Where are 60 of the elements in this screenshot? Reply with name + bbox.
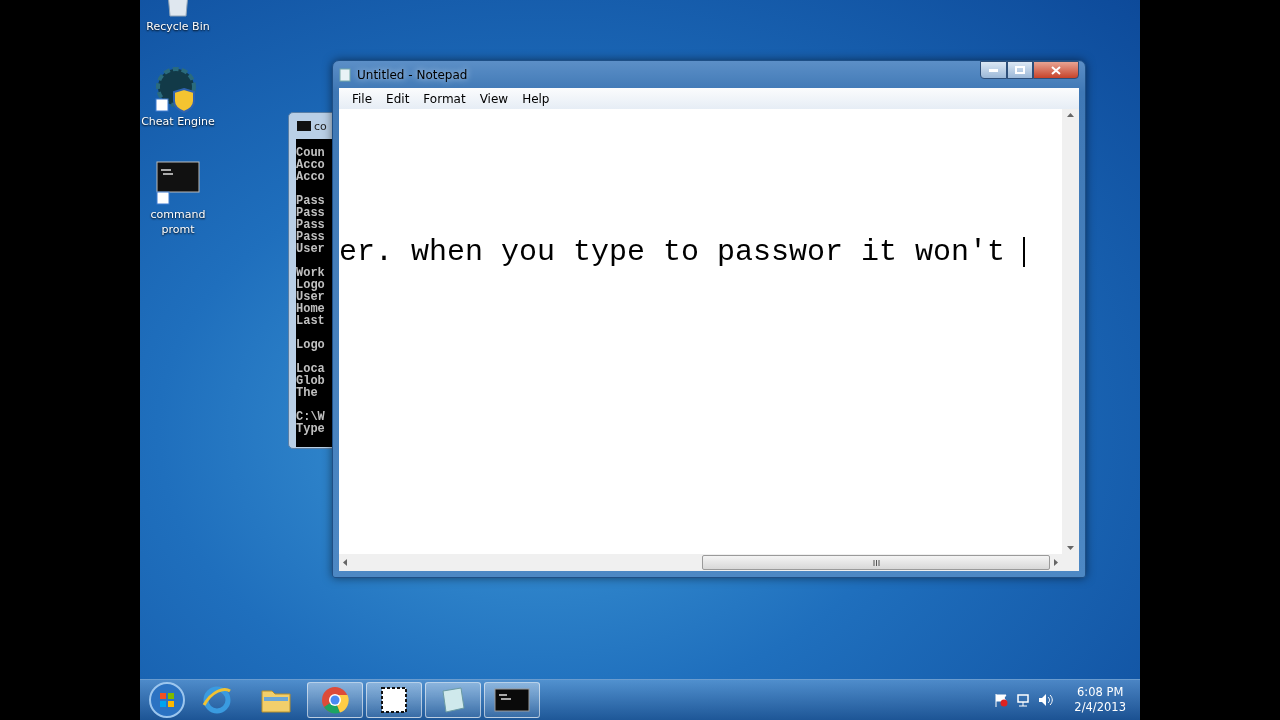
desktop-icon-label[interactable]: Cheat Engine: [141, 114, 215, 130]
minimize-button[interactable]: [980, 61, 1007, 79]
console-line: Logo: [296, 279, 326, 291]
console-line: Logo: [296, 339, 326, 351]
minimize-icon: [989, 68, 998, 72]
text-caret: [1023, 237, 1026, 267]
horizontal-scrollbar[interactable]: [339, 554, 1062, 571]
console-line: The: [296, 387, 319, 399]
console-icon: [297, 121, 311, 131]
console-line: C:\W: [296, 411, 326, 423]
clock[interactable]: 6:08 PM 2/4/2013: [1074, 685, 1126, 715]
console-line: Last: [296, 315, 326, 327]
typed-text: er. when you type to passwor it won't: [339, 234, 1006, 270]
clock-date: 2/4/2013: [1074, 700, 1126, 715]
window-title: Untitled - Notepad: [357, 67, 468, 82]
console-line: Acco: [296, 171, 326, 183]
console-icon: [155, 159, 201, 206]
window-title: co: [314, 119, 327, 133]
chrome-icon: [320, 685, 350, 715]
close-button[interactable]: [1033, 61, 1079, 79]
menu-item[interactable]: Format: [416, 91, 473, 106]
start-button[interactable]: [148, 681, 186, 719]
snipping-icon: [379, 685, 409, 715]
console-line: Loca: [296, 363, 326, 375]
console-line: User: [296, 243, 326, 255]
console-line: Acco: [296, 159, 326, 171]
console-line: Work: [296, 267, 326, 279]
close-icon: [1051, 65, 1061, 75]
notepad-icon: [339, 67, 351, 82]
console-line: Pass: [296, 207, 326, 219]
console-icon: [494, 688, 530, 712]
scroll-down-icon[interactable]: [1067, 546, 1074, 550]
menu-item[interactable]: Edit: [379, 91, 417, 106]
console-line: Home: [296, 303, 326, 315]
scroll-up-icon[interactable]: [1067, 113, 1074, 117]
vertical-scrollbar[interactable]: [1062, 109, 1079, 554]
flag-icon[interactable]: [994, 693, 1009, 707]
maximize-icon: [1015, 66, 1025, 74]
browser-icon: [202, 685, 232, 715]
maximize-button[interactable]: [1007, 61, 1033, 79]
console-line: Coun: [296, 147, 326, 159]
console-line: Pass: [296, 219, 326, 231]
menu-item[interactable]: File: [345, 91, 380, 106]
desktop-icon-label[interactable]: command promt: [140, 207, 218, 238]
volume-icon[interactable]: [1038, 693, 1055, 707]
desktop-icon-label[interactable]: Recycle Bin: [146, 20, 210, 35]
menu-item[interactable]: Help: [515, 91, 557, 106]
scroll-thumb[interactable]: [702, 555, 1050, 570]
console-line: Pass: [296, 195, 326, 207]
scroll-right-icon[interactable]: [1054, 559, 1058, 566]
clock-time: 6:08 PM: [1077, 685, 1124, 700]
console-line: User: [296, 291, 326, 303]
console-line: Glob: [296, 375, 326, 387]
network-icon[interactable]: [1016, 693, 1031, 707]
console-line: Type: [296, 423, 326, 435]
taskbar-button[interactable]: [366, 682, 422, 718]
menu-item[interactable]: View: [472, 91, 516, 106]
scroll-left-icon[interactable]: [343, 559, 347, 566]
taskbar-button[interactable]: [484, 682, 540, 718]
console-line: Pass: [296, 231, 326, 243]
